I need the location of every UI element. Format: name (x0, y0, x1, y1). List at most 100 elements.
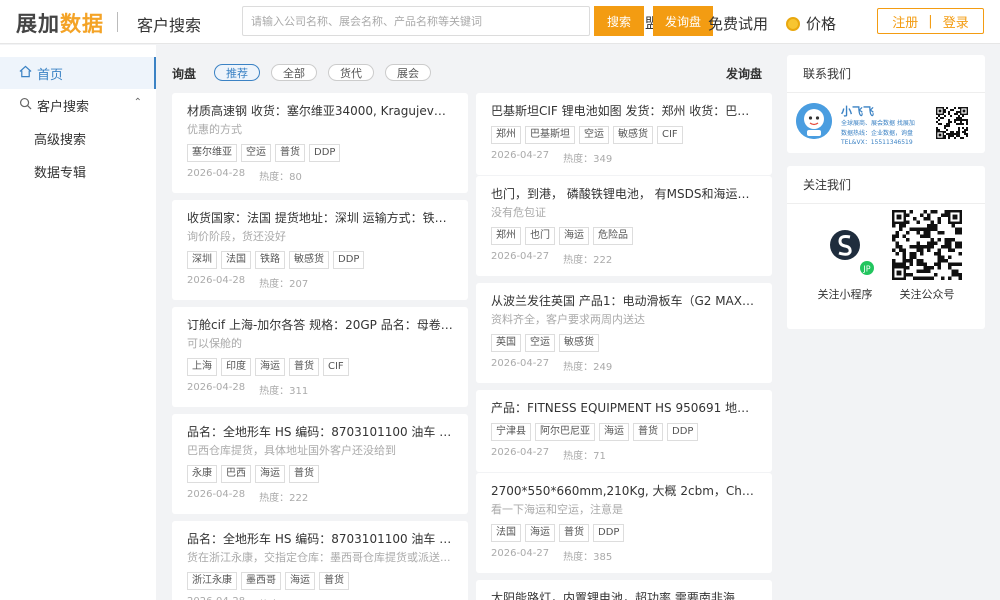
price-link[interactable]: 价格 (786, 13, 836, 34)
card-title[interactable]: 太阳能路灯，内置锂电池，超功率 需要南非海运双... (491, 590, 757, 600)
card-tags: 永康 巴西 海运 普货 (187, 465, 453, 483)
card-tag[interactable]: 浙江永康 (187, 572, 237, 590)
card-title[interactable]: 也门，到港， 磷酸铁锂电池， 有MSDS和海运鉴定... (491, 186, 757, 202)
card-subtitle: 可以保舱的 (187, 337, 242, 350)
card-title[interactable]: 产品：FITNESS EQUIPMENT HS 950691 地址：欧... (491, 400, 757, 416)
card-tag[interactable]: 海运 (599, 423, 629, 441)
inquiry-card[interactable]: 太阳能路灯，内置锂电池，超功率 需要南非海运双... (476, 580, 772, 600)
card-tag[interactable]: 空运 (241, 144, 271, 162)
inquiry-card[interactable]: 巴基斯坦CIF 锂电池如图 发货：郑州 收货：巴基斯坦 郑州 巴基斯坦 空运 敏感货 CI… (476, 93, 772, 175)
sidebar: 首页 客户搜索 ⌃ 高级搜索 数据专辑 (0, 45, 156, 600)
sidebar-item-advanced-search[interactable]: 高级搜索 (0, 122, 156, 154)
card-title[interactable]: 收货国家：法国 提货地址：深圳 运输方式：铁路dd... (187, 210, 453, 226)
follow-panel-title: 关注我们 (787, 166, 985, 204)
card-tag[interactable]: DDP (309, 144, 341, 162)
card-date: 2026-04-27 (491, 548, 550, 559)
filter-pill-all[interactable]: 全部 (271, 64, 317, 81)
card-title[interactable]: 品名：全地形车 HS 编码：8703101100 油车 （有1... (187, 424, 453, 440)
official-account-qr-code (892, 210, 962, 280)
register-link[interactable]: 注册 (892, 12, 918, 31)
filter-pill-recommended[interactable]: 推荐 (214, 64, 260, 81)
card-tag[interactable]: 墨西哥 (241, 572, 281, 590)
card-tag[interactable]: 海运 (525, 524, 555, 542)
brand-logo[interactable]: 展加数据 (16, 8, 104, 38)
card-subtitle: 没有危包证 (491, 206, 546, 219)
inquiry-card[interactable]: 材质高速钢 收货：塞尔维亚34000, Kragujevac 4kg... 优惠的… (172, 93, 468, 193)
card-tag[interactable]: 敏感货 (289, 251, 329, 269)
card-tag[interactable]: 阿尔巴尼亚 (535, 423, 595, 441)
post-inquiry-button[interactable]: 发询盘 (653, 6, 713, 36)
card-tag[interactable]: 宁津县 (491, 423, 531, 441)
card-tag[interactable]: 法国 (221, 251, 251, 269)
sidebar-item-label: 首页 (37, 67, 64, 83)
card-tag[interactable]: CIF (657, 126, 683, 144)
card-tag[interactable]: 危险品 (593, 227, 633, 245)
card-title[interactable]: 巴基斯坦CIF 锂电池如图 发货：郑州 收货：巴基斯坦 (491, 103, 757, 119)
card-tag[interactable]: 法国 (491, 524, 521, 542)
follow-panel: 关注我们 JP 关注小程序 关注公众号 (787, 166, 985, 329)
card-title[interactable]: 材质高速钢 收货：塞尔维亚34000, Kragujevac 4kg... (187, 103, 453, 119)
inquiry-card[interactable]: 订舱cif 上海-加尔各答 规格：20GP 品名：母卷 货重... 可以保舱的上海… (172, 307, 468, 407)
card-title[interactable]: 订舱cif 上海-加尔各答 规格：20GP 品名：母卷 货重... (187, 317, 453, 333)
card-tag[interactable]: 海运 (255, 358, 285, 376)
card-title[interactable]: 从波兰发往英国 产品1：电动滑板车（G2 MAX）1台... (491, 293, 757, 309)
card-tag[interactable]: 海运 (285, 572, 315, 590)
inquiry-card[interactable]: 2700*550*660mm,210Kg, 大概 2cbm，Chemin de … (476, 473, 772, 573)
card-tag[interactable]: 普货 (289, 465, 319, 483)
card-date: 2026-04-28 (187, 489, 246, 500)
card-tag[interactable]: 英国 (491, 334, 521, 352)
card-tag[interactable]: 海运 (559, 227, 589, 245)
card-tag[interactable]: DDP (667, 423, 699, 441)
search-input[interactable] (242, 6, 590, 36)
sidebar-item-customer-search[interactable]: 客户搜索 ⌃ (0, 89, 156, 121)
filter-pill-exhibition[interactable]: 展会 (385, 64, 431, 81)
card-tag[interactable]: 普货 (319, 572, 349, 590)
card-tag[interactable]: 普货 (289, 358, 319, 376)
sidebar-item-home[interactable]: 首页 (0, 57, 156, 89)
card-tag[interactable]: 敏感货 (559, 334, 599, 352)
free-trial-link[interactable]: 免费试用 (708, 13, 768, 34)
sidebar-item-data-album[interactable]: 数据专辑 (0, 155, 156, 187)
card-title[interactable]: 品名：全地形车 HS 编码：8703101100 油车 （有1... (187, 531, 453, 547)
post-inquiry-link[interactable]: 发询盘 (726, 65, 762, 82)
inquiry-card[interactable]: 也门，到港， 磷酸铁锂电池， 有MSDS和海运鉴定... 没有危包证郑州 也门 海运危… (476, 176, 772, 276)
card-tag[interactable]: CIF (323, 358, 349, 376)
card-tag[interactable]: DDP (333, 251, 365, 269)
card-tags: 深圳 法国 铁路 敏感货 DDP (187, 251, 453, 269)
card-tag[interactable]: 空运 (579, 126, 609, 144)
card-tag[interactable]: DDP (593, 524, 625, 542)
card-tag[interactable]: 空运 (525, 334, 555, 352)
search-button[interactable]: 搜索 (594, 6, 644, 36)
inquiry-card[interactable]: 从波兰发往英国 产品1：电动滑板车（G2 MAX）1台... 资料齐全，客户要求两… (476, 283, 772, 383)
card-tag[interactable]: 印度 (221, 358, 251, 376)
filter-pill-forwarder[interactable]: 货代 (328, 64, 374, 81)
card-tag[interactable]: 普货 (275, 144, 305, 162)
card-tag[interactable]: 巴基斯坦 (525, 126, 575, 144)
login-link[interactable]: 登录 (943, 12, 969, 31)
card-tag[interactable]: 普货 (559, 524, 589, 542)
card-subtitle: 资料齐全，客户要求两周内送达 (491, 313, 645, 326)
card-tag[interactable]: 海运 (255, 465, 285, 483)
card-tag[interactable]: 郑州 (491, 227, 521, 245)
inquiry-card[interactable]: 品名：全地形车 HS 编码：8703101100 油车 （有1... 巴西仓库提货… (172, 414, 468, 514)
card-tag[interactable]: 巴西 (221, 465, 251, 483)
chevron-up-icon[interactable]: ⌃ (134, 97, 142, 108)
card-tag[interactable]: 敏感货 (613, 126, 653, 144)
card-tag[interactable]: 普货 (633, 423, 663, 441)
card-tag[interactable]: 永康 (187, 465, 217, 483)
contact-line-2: 数据热线：企业数据，询盘 (841, 130, 914, 137)
inquiry-card[interactable]: 产品：FITNESS EQUIPMENT HS 950691 地址：欧... 宁津… (476, 390, 772, 472)
inquiry-card[interactable]: 收货国家：法国 提货地址：深圳 运输方式：铁路dd... 询价阶段，货还没好 深圳法… (172, 200, 468, 300)
card-heat: 热度：222 (259, 493, 309, 504)
card-tag[interactable]: 也门 (525, 227, 555, 245)
card-meta: 2026-04-28 热度：207 (187, 275, 453, 290)
card-tag[interactable]: 上海 (187, 358, 217, 376)
card-tag[interactable]: 塞尔维亚 (187, 144, 237, 162)
contact-panel: 联系我们 小飞飞 全球展商、展会数据 找展加 数据热线：企业数据，询盘 TEL&… (787, 55, 985, 153)
card-title[interactable]: 2700*550*660mm,210Kg, 大概 2cbm，Chemin de … (491, 483, 757, 499)
inquiry-card[interactable]: 品名：全地形车 HS 编码：8703101100 油车 （有1... 货在浙江永康… (172, 521, 468, 600)
card-tag[interactable]: 郑州 (491, 126, 521, 144)
contact-qr-code (936, 107, 968, 139)
card-tag[interactable]: 铁路 (255, 251, 285, 269)
card-tag[interactable]: 深圳 (187, 251, 217, 269)
